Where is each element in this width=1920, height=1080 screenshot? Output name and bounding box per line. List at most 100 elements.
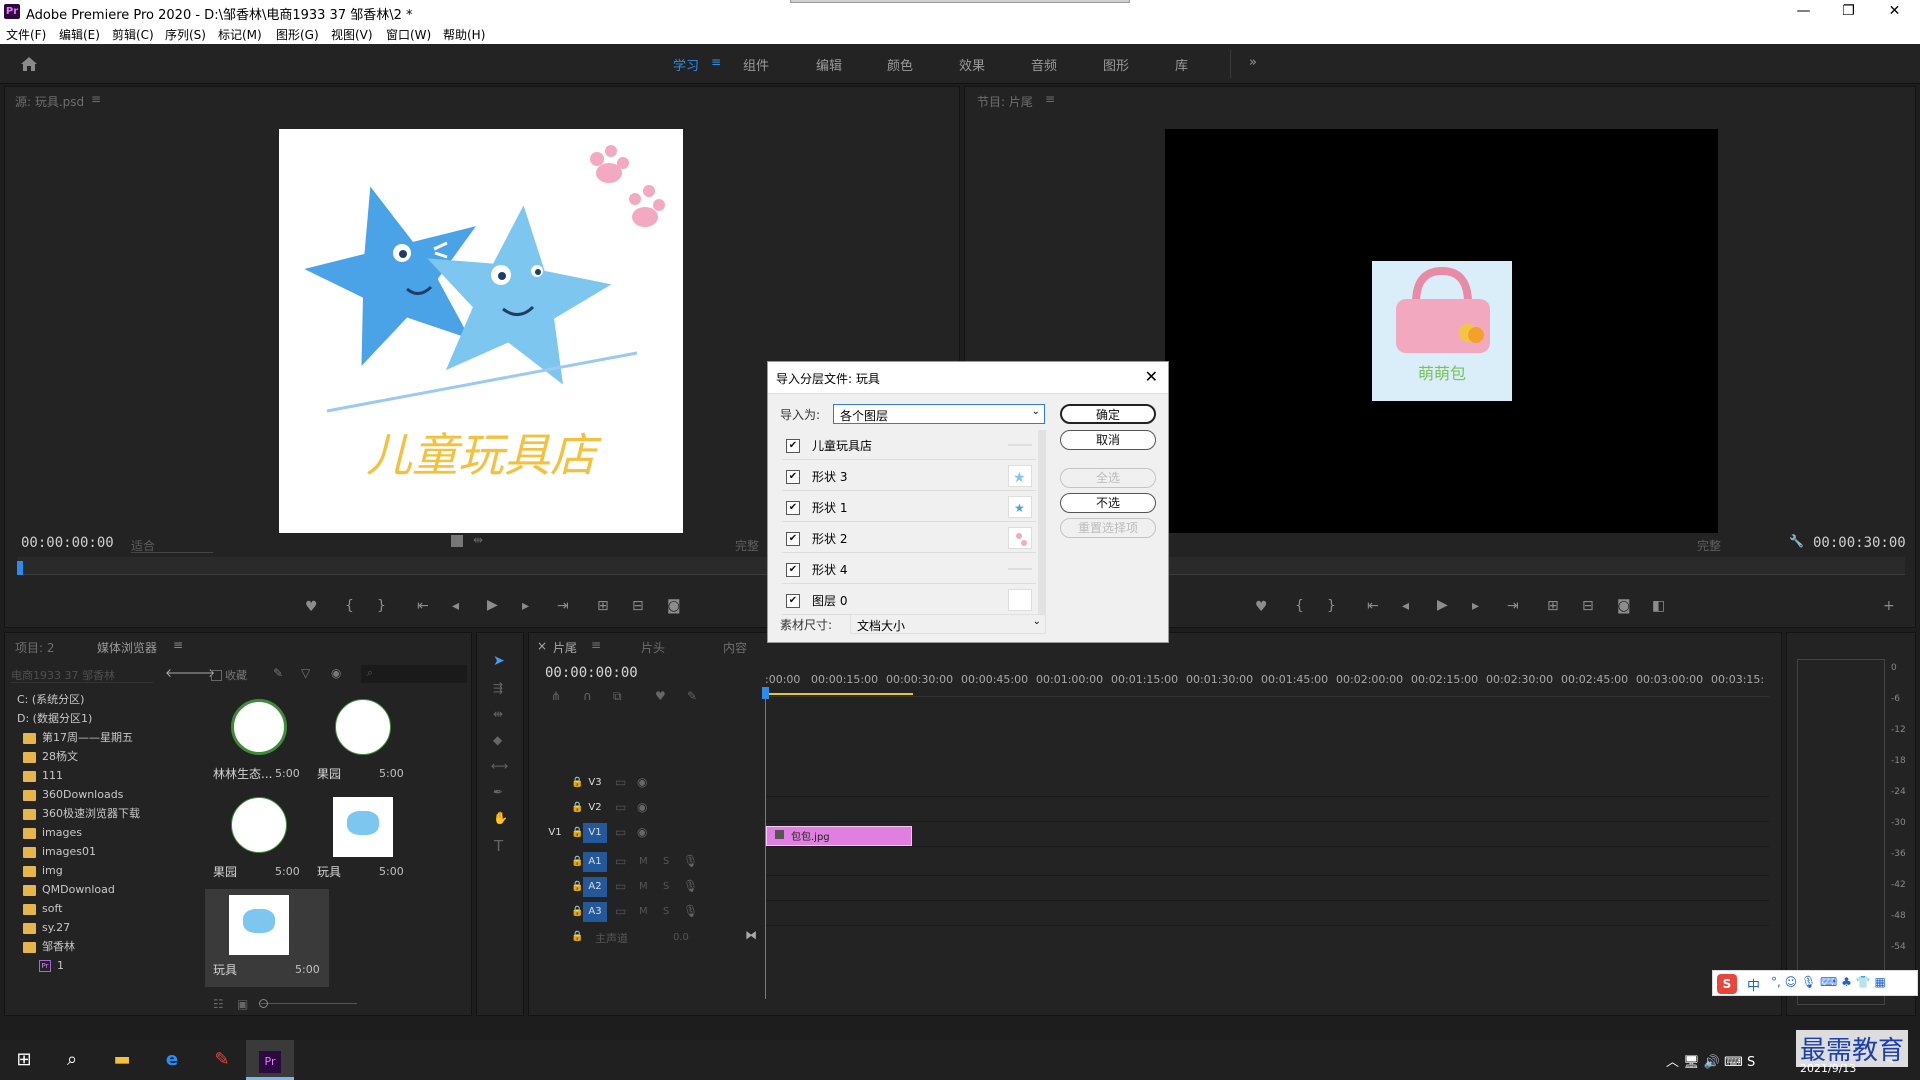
track-label-a1[interactable]: A1	[583, 852, 607, 872]
eye-icon[interactable]: ◉	[637, 800, 647, 814]
zoom-slider-handle[interactable]	[259, 999, 268, 1008]
linked-selection-icon[interactable]: ∩	[583, 689, 592, 703]
sync-icon[interactable]: ▭	[615, 904, 626, 918]
reset-selection-button[interactable]: 重置选择项	[1060, 518, 1156, 538]
go-to-in-icon[interactable]: ⇤	[417, 598, 429, 614]
lock-icon[interactable]: 🔒	[571, 881, 583, 892]
add-marker-icon[interactable]: ♥	[305, 599, 318, 615]
file-explorer-icon[interactable]: ▬	[98, 1040, 146, 1080]
sync-icon[interactable]: ▭	[615, 825, 626, 839]
filter-icon[interactable]: ▽	[301, 666, 310, 680]
layer-item[interactable]: ✔ 形状 2	[782, 523, 1036, 553]
timeline-clip[interactable]: 包包.jpg	[766, 826, 912, 846]
overwrite-icon[interactable]: ⊟	[632, 598, 644, 614]
selection-tool-icon[interactable]: ➤	[493, 653, 505, 669]
workspace-learn[interactable]: 学习	[673, 55, 699, 74]
solo-button[interactable]: S	[663, 906, 669, 917]
layer-item[interactable]: ✔ 形状 4	[782, 554, 1036, 584]
workspace-effects[interactable]: 效果	[959, 55, 985, 74]
dialog-close-icon[interactable]: ✕	[1145, 367, 1158, 386]
timeline-ruler[interactable]: :00:00 00:00:15:00 00:00:30:00 00:00:45:…	[765, 669, 1769, 697]
layer-item[interactable]: ✔ 形状 3 ★	[782, 461, 1036, 491]
program-time-ruler[interactable]	[1165, 557, 1905, 575]
tree-item[interactable]: 360Downloads	[23, 786, 123, 804]
lock-icon[interactable]: 🔒	[571, 906, 583, 917]
tree-item[interactable]: 邹香林	[23, 938, 75, 956]
razor-tool-icon[interactable]: ◆	[493, 733, 502, 747]
timeline-settings-icon[interactable]: ✎	[687, 689, 697, 703]
master-volume-value[interactable]: 0.0	[673, 932, 689, 943]
play-icon[interactable]: ▶	[487, 597, 498, 613]
program-mark-out-icon[interactable]: }	[1327, 598, 1336, 614]
program-quality-dropdown[interactable]: 完整	[1697, 537, 1721, 554]
step-back-icon[interactable]: ◂	[452, 598, 459, 614]
timeline-marker-icon[interactable]: ♥	[655, 689, 666, 703]
tree-item[interactable]: Pr 1	[39, 957, 64, 975]
source-playhead[interactable]	[17, 561, 23, 575]
menu-view[interactable]: 视图(V)	[331, 26, 373, 43]
sync-icon[interactable]: ▭	[615, 879, 626, 893]
mute-button[interactable]: M	[639, 856, 648, 867]
source-settings-icon[interactable]: ⇹	[473, 533, 483, 547]
workspace-editing[interactable]: 编辑	[816, 55, 842, 74]
program-go-to-in-icon[interactable]: ⇤	[1367, 598, 1379, 614]
cancel-button[interactable]: 取消	[1060, 430, 1156, 450]
zoom-slider[interactable]	[261, 1003, 357, 1004]
program-panel-menu-icon[interactable]: ≡	[1045, 92, 1055, 106]
ime-mode[interactable]: 中	[1747, 975, 1760, 994]
list-view-icon[interactable]: ☷	[213, 997, 224, 1011]
program-step-forward-icon[interactable]: ▸	[1472, 598, 1479, 614]
button-editor-icon[interactable]: +	[1883, 598, 1895, 614]
lock-icon[interactable]: 🔒	[571, 777, 583, 788]
timeline-playhead-handle[interactable]	[762, 687, 769, 699]
microphone-icon[interactable]: 🎙	[683, 854, 698, 868]
tree-item[interactable]: soft	[23, 900, 62, 918]
layer-checkbox[interactable]: ✔	[786, 532, 800, 546]
wrench-icon[interactable]: ✎	[273, 666, 283, 680]
mute-button[interactable]: M	[639, 906, 648, 917]
microphone-icon[interactable]: 🎙	[683, 904, 698, 918]
media-thumbnail[interactable]: 果园 5:00	[205, 791, 303, 889]
menu-help[interactable]: 帮助(H)	[443, 26, 485, 43]
timeline-tab-content[interactable]: 内容	[723, 639, 747, 656]
select-all-button[interactable]: 全选	[1060, 468, 1156, 488]
lock-icon[interactable]: 🔒	[571, 827, 583, 838]
go-to-out-icon[interactable]: ⇥	[557, 598, 569, 614]
sync-icon[interactable]: ▭	[615, 800, 626, 814]
tree-item[interactable]: D: (数据分区1)	[17, 710, 92, 728]
panel-menu-icon[interactable]: ≡	[91, 92, 101, 106]
workspace-graphics[interactable]: 图形	[1103, 55, 1129, 74]
program-mark-in-icon[interactable]: {	[1295, 598, 1304, 614]
program-go-to-out-icon[interactable]: ⇥	[1507, 598, 1519, 614]
media-thumbnail[interactable]: 玩具 5:00	[309, 791, 407, 889]
timeline-playhead[interactable]	[765, 689, 766, 999]
microphone-icon[interactable]: 🎙	[683, 879, 698, 893]
step-forward-icon[interactable]: ▸	[522, 598, 529, 614]
workspace-color[interactable]: 颜色	[887, 55, 913, 74]
tree-item[interactable]: img	[23, 862, 63, 880]
menu-graphics[interactable]: 图形(G)	[276, 26, 319, 43]
media-thumbnail-selected[interactable]: 玩具 5:00	[205, 889, 329, 987]
import-as-dropdown[interactable]: 各个图层 ⌄	[833, 404, 1045, 424]
tree-item[interactable]: 28杨文	[23, 748, 78, 766]
source-time-ruler[interactable]	[17, 557, 769, 575]
home-icon[interactable]	[20, 56, 38, 72]
source-fit-dropdown[interactable]: 适合	[131, 537, 213, 553]
timeline-timecode[interactable]: 00:00:00:00	[545, 665, 638, 681]
search-icon[interactable]: ⌕	[48, 1040, 96, 1080]
mute-button[interactable]: M	[639, 881, 648, 892]
media-browser-menu-icon[interactable]: ≡	[173, 638, 183, 652]
layer-checkbox[interactable]: ✔	[786, 563, 800, 577]
eye-icon[interactable]: ◉	[637, 825, 647, 839]
project-tab[interactable]: 项目: 2	[15, 639, 55, 656]
workspace-more-icon[interactable]: »	[1249, 55, 1257, 70]
workspace-libraries[interactable]: 库	[1175, 55, 1188, 74]
track-label-v3[interactable]: V3	[583, 773, 607, 793]
type-tool-icon[interactable]: T	[494, 837, 503, 855]
timeline-tab-end[interactable]: 片尾	[553, 639, 577, 656]
menu-clip[interactable]: 剪辑(C)	[112, 26, 154, 43]
layer-item[interactable]: ✔ 形状 1 ★	[782, 492, 1036, 522]
favorites-checkbox[interactable]	[211, 670, 222, 681]
lift-icon[interactable]: ⊞	[1547, 598, 1559, 614]
workspace-menu-icon[interactable]: ≡	[711, 55, 721, 69]
